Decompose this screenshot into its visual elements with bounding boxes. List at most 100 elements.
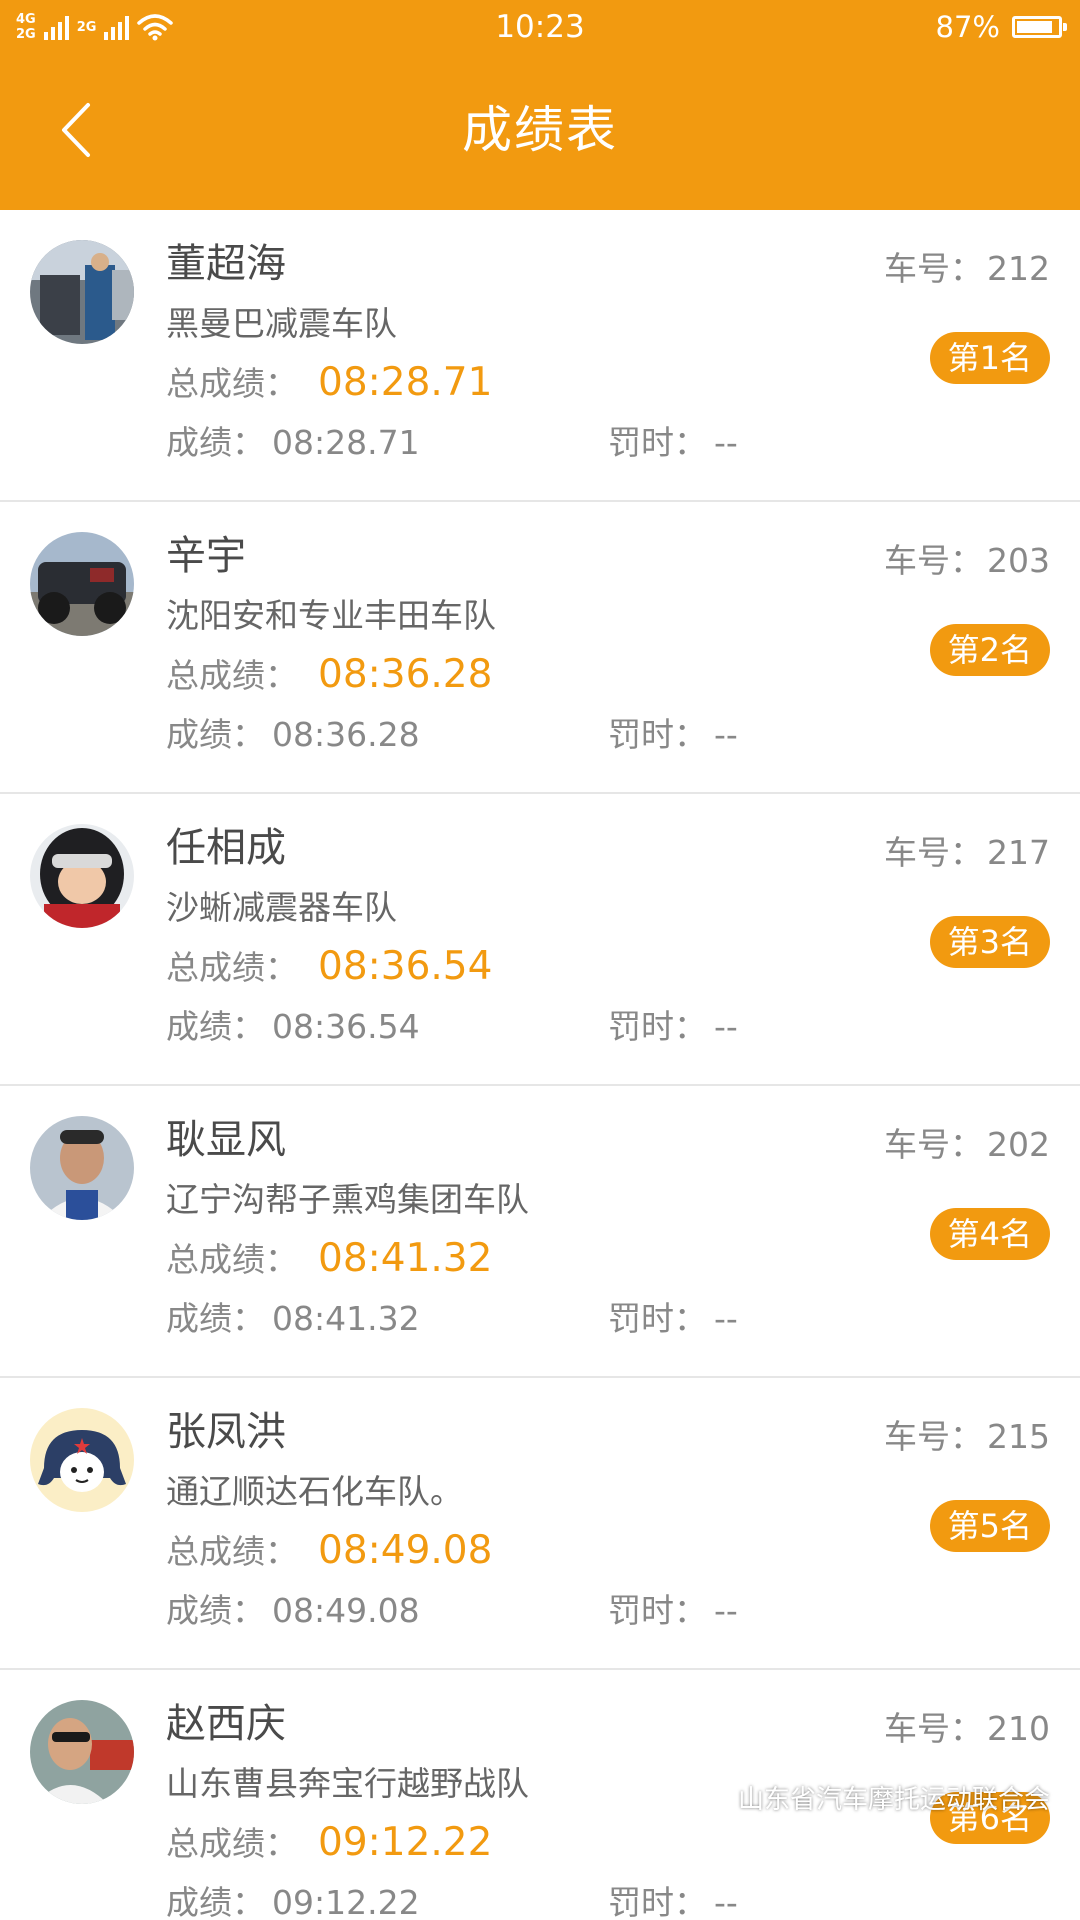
car-number-value: 215: [987, 1417, 1050, 1456]
penalty-label: 罚时：: [608, 423, 707, 462]
total-value: 09:12.22: [318, 1820, 493, 1865]
total-value: 08:36.54: [318, 944, 493, 989]
screen: 4G 2G 2G 10:23 87% 成绩表 董超海 黑曼巴减震车队 总成绩： …: [0, 0, 1080, 1920]
car-number: 车号： 215: [884, 1414, 1050, 1460]
photo-avatar-icon: [30, 824, 134, 928]
battery-status: 87%: [935, 8, 1067, 46]
score-value: 08:49.08: [272, 1591, 420, 1630]
car-number: 车号： 210: [884, 1706, 1050, 1752]
battery-fill: [1017, 21, 1052, 33]
total-label: 总成绩：: [166, 1824, 298, 1863]
penalty-label: 罚时：: [608, 715, 707, 754]
score-value: 08:36.54: [272, 1007, 420, 1046]
car-number-value: 210: [987, 1709, 1050, 1748]
total-label: 总成绩：: [166, 364, 298, 403]
penalty-label: 罚时：: [608, 1007, 707, 1046]
team-name: 沈阳安和专业丰田车队: [166, 596, 496, 635]
driver-avatar: [30, 240, 134, 344]
rank-badge: 第4名: [929, 1208, 1050, 1260]
car-number: 车号： 217: [884, 830, 1050, 876]
team-name: 辽宁沟帮子熏鸡集团车队: [166, 1180, 529, 1219]
driver-avatar: [30, 1116, 134, 1220]
driver-name: 董超海: [166, 241, 286, 287]
car-number-label: 车号：: [884, 1125, 983, 1164]
car-number-label: 车号：: [884, 1709, 983, 1748]
car-number-label: 车号：: [884, 1417, 983, 1456]
team-name: 黑曼巴减震车队: [166, 304, 397, 343]
total-label: 总成绩：: [166, 1240, 298, 1279]
photo-avatar-icon: [30, 240, 134, 344]
car-number-label: 车号：: [884, 541, 983, 580]
battery-icon: [1012, 16, 1067, 38]
page-title: 成绩表: [462, 101, 618, 159]
team-name: 山东曹县奔宝行越野战队: [166, 1764, 529, 1803]
driver-name: 任相成: [166, 825, 286, 871]
score-label: 成绩：: [166, 1007, 265, 1046]
driver-name: 辛宇: [166, 533, 246, 579]
penalty-label: 罚时：: [608, 1883, 707, 1920]
rank-badge: 第5名: [929, 1500, 1050, 1552]
status-time: 10:23: [495, 9, 585, 45]
score-value: 08:36.28: [272, 715, 420, 754]
car-number-value: 212: [987, 249, 1050, 288]
team-name: 通辽顺达石化车队。: [166, 1472, 463, 1511]
result-row[interactable]: 耿显风 辽宁沟帮子熏鸡集团车队 总成绩： 08:41.32 成绩： 08:41.…: [0, 1086, 1080, 1378]
nav-bar: 成绩表: [0, 55, 1080, 210]
team-name: 沙蜥减震器车队: [166, 888, 397, 927]
photo-avatar-icon: [30, 532, 134, 636]
total-label: 总成绩：: [166, 948, 298, 987]
penalty-value: --: [714, 715, 738, 754]
driver-name: 耿显风: [166, 1117, 286, 1163]
penalty-value: --: [714, 1591, 738, 1630]
total-value: 08:28.71: [318, 360, 493, 405]
car-number: 车号： 202: [884, 1122, 1050, 1168]
score-label: 成绩：: [166, 423, 265, 462]
total-label: 总成绩：: [166, 656, 298, 695]
car-number: 车号： 212: [884, 246, 1050, 292]
total-label: 总成绩：: [166, 1532, 298, 1571]
score-label: 成绩：: [166, 715, 265, 754]
driver-avatar: [30, 532, 134, 636]
score-label: 成绩：: [166, 1299, 265, 1338]
total-value: 08:36.28: [318, 652, 493, 697]
score-value: 08:28.71: [272, 423, 420, 462]
car-number-value: 217: [987, 833, 1050, 872]
car-number-label: 车号：: [884, 833, 983, 872]
result-row[interactable]: 张凤洪 通辽顺达石化车队。 总成绩： 08:49.08 成绩： 08:49.08…: [0, 1378, 1080, 1670]
photo-avatar-icon: [30, 1116, 134, 1220]
result-row[interactable]: 董超海 黑曼巴减震车队 总成绩： 08:28.71 成绩： 08:28.71 罚…: [0, 210, 1080, 502]
score-value: 09:12.22: [272, 1883, 420, 1920]
watermark: 山东省汽车摩托运动联合会: [684, 1780, 1050, 1820]
driver-avatar: [30, 1700, 134, 1804]
driver-name: 赵西庆: [166, 1701, 286, 1747]
score-value: 08:41.32: [272, 1299, 420, 1338]
results-list: 董超海 黑曼巴减震车队 总成绩： 08:28.71 成绩： 08:28.71 罚…: [0, 210, 1080, 1920]
score-label: 成绩：: [166, 1883, 265, 1920]
rank-badge: 第1名: [929, 332, 1050, 384]
car-number-value: 202: [987, 1125, 1050, 1164]
status-bar: 4G 2G 2G 10:23 87%: [0, 0, 1080, 55]
driver-name: 张凤洪: [166, 1409, 286, 1455]
total-value: 08:49.08: [318, 1528, 493, 1573]
car-number-value: 203: [987, 541, 1050, 580]
total-value: 08:41.32: [318, 1236, 493, 1281]
result-row[interactable]: 任相成 沙蜥减震器车队 总成绩： 08:36.54 成绩： 08:36.54 罚…: [0, 794, 1080, 1086]
penalty-value: --: [714, 1007, 738, 1046]
driver-avatar: [30, 824, 134, 928]
penalty-label: 罚时：: [608, 1299, 707, 1338]
result-row[interactable]: 辛宇 沈阳安和专业丰田车队 总成绩： 08:36.28 成绩： 08:36.28…: [0, 502, 1080, 794]
photo-avatar-icon: [30, 1700, 134, 1804]
cartoon-avatar-icon: [30, 1408, 134, 1512]
car-number-label: 车号：: [884, 249, 983, 288]
driver-avatar: [30, 1408, 134, 1512]
penalty-value: --: [714, 1883, 738, 1920]
penalty-value: --: [714, 1299, 738, 1338]
penalty-label: 罚时：: [608, 1591, 707, 1630]
watermark-text: 山东省汽车摩托运动联合会: [737, 1785, 1050, 1815]
battery-percent: 87%: [935, 10, 1000, 44]
car-number: 车号： 203: [884, 538, 1050, 584]
rank-badge: 第2名: [929, 624, 1050, 676]
wechat-icon: [685, 1783, 729, 1816]
penalty-value: --: [714, 423, 738, 462]
score-label: 成绩：: [166, 1591, 265, 1630]
